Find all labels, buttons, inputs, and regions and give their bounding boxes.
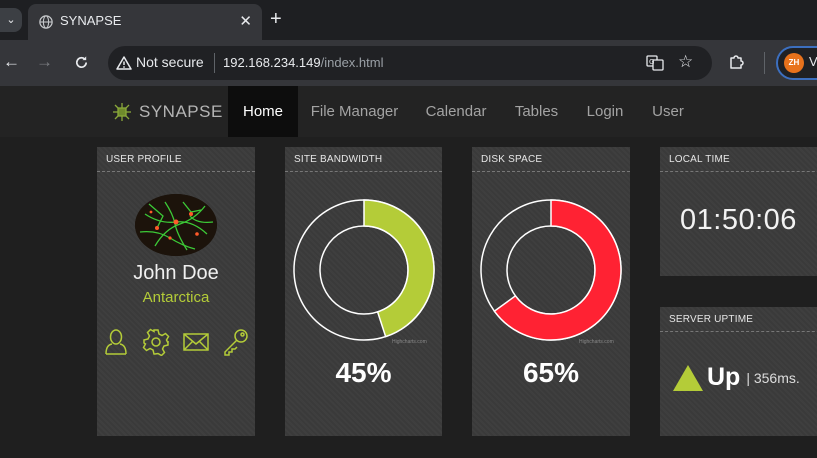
uptime-latency: | 356ms.: [746, 369, 800, 386]
browser-tab[interactable]: SYNAPSE ✕: [28, 4, 262, 40]
extensions-puzzle-icon[interactable]: [728, 53, 746, 71]
bandwidth-panel: SITE BANDWIDTH Highcharts.com 45%: [285, 147, 442, 436]
panel-title: LOCAL TIME: [669, 154, 730, 165]
browser-toolbar: ← → Not secure 192.168.234.149/index.htm…: [0, 40, 817, 86]
close-tab-icon[interactable]: ✕: [239, 12, 252, 30]
disk-percent: 65%: [522, 357, 580, 388]
nav-tables[interactable]: Tables: [506, 86, 567, 137]
forward-arrow-icon[interactable]: →: [36, 52, 53, 72]
user-location: Antarctica: [142, 289, 210, 306]
globe-icon: [39, 15, 53, 29]
server-uptime-panel: SERVER UPTIME Up | 356ms.: [660, 307, 817, 436]
mail-icon[interactable]: [182, 328, 210, 356]
highcharts-credit[interactable]: Highcharts.com: [579, 339, 614, 345]
local-time-panel: LOCAL TIME 01:50:06: [660, 147, 817, 276]
key-icon[interactable]: [222, 328, 250, 356]
svg-text:G: G: [649, 58, 654, 66]
avatar: [135, 194, 217, 256]
panel-header: SERVER UPTIME: [660, 307, 817, 332]
address-bar[interactable]: Not secure 192.168.234.149/index.html G …: [108, 46, 712, 80]
reload-icon[interactable]: [74, 55, 89, 70]
site-navbar: SYNAPSE Home File Manager Calendar Table…: [0, 86, 817, 137]
nav-user[interactable]: User: [643, 86, 693, 137]
user-icon[interactable]: [102, 328, 130, 356]
uptime-status: Up | 356ms.: [673, 363, 800, 392]
highcharts-credit[interactable]: Highcharts.com: [392, 339, 427, 345]
user-profile-panel: USER PROFILE John Doe Antarctica: [97, 147, 255, 436]
back-arrow-icon[interactable]: ←: [3, 52, 20, 72]
disk-value-arc[interactable]: [493, 199, 622, 341]
panel-title: DISK SPACE: [481, 154, 543, 165]
profile-avatar: ZH: [784, 53, 804, 73]
bandwidth-donut-chart: [293, 199, 435, 341]
nav-calendar[interactable]: Calendar: [418, 86, 494, 137]
warning-icon[interactable]: [116, 55, 132, 71]
neuron-image: [135, 194, 217, 256]
brand-name: SYNAPSE: [139, 102, 223, 121]
disk-space-panel: DISK SPACE Highcharts.com 65%: [472, 147, 630, 436]
bookmark-star-icon[interactable]: ☆: [678, 52, 693, 72]
panel-header: SITE BANDWIDTH: [285, 147, 442, 172]
profile-label: V: [809, 54, 817, 69]
panel-header: DISK SPACE: [472, 147, 630, 172]
bandwidth-percent: 45%: [335, 357, 392, 388]
security-status[interactable]: Not secure: [136, 54, 204, 70]
panel-header: LOCAL TIME: [660, 147, 817, 172]
uptime-state: Up: [707, 363, 741, 391]
panel-header: USER PROFILE: [97, 147, 255, 172]
up-arrow-icon: [673, 364, 703, 391]
tab-search-button[interactable]: ⌄: [0, 8, 22, 32]
url-path: /index.html: [320, 55, 384, 70]
url-text[interactable]: 192.168.234.149/index.html: [223, 55, 383, 70]
translate-icon[interactable]: G: [646, 54, 664, 72]
synapse-dashboard: SYNAPSE Home File Manager Calendar Table…: [0, 86, 817, 458]
panel-title: SERVER UPTIME: [669, 314, 754, 325]
gear-icon[interactable]: [142, 328, 170, 356]
omnibox-divider: [214, 53, 215, 73]
brand-logo[interactable]: SYNAPSE: [112, 102, 223, 122]
panel-title: USER PROFILE: [106, 154, 182, 165]
nav-login[interactable]: Login: [578, 86, 632, 137]
panel-title: SITE BANDWIDTH: [294, 154, 383, 165]
bandwidth-value-arc[interactable]: [363, 199, 435, 338]
new-tab-button[interactable]: +: [270, 8, 282, 31]
tab-title: SYNAPSE: [60, 13, 122, 28]
clock-display: 01:50:06: [680, 204, 797, 236]
synapse-logo-icon: [113, 103, 131, 121]
user-name: John Doe: [133, 262, 219, 284]
disk-space-donut-chart: [480, 199, 622, 341]
url-host: 192.168.234.149: [223, 55, 321, 70]
profile-button[interactable]: ZH V: [776, 46, 817, 80]
nav-home[interactable]: Home: [228, 86, 298, 137]
toolbar-divider: [764, 52, 765, 74]
browser-tab-strip: ⌄ SYNAPSE ✕ +: [0, 0, 817, 40]
nav-file-manager[interactable]: File Manager: [303, 86, 406, 137]
